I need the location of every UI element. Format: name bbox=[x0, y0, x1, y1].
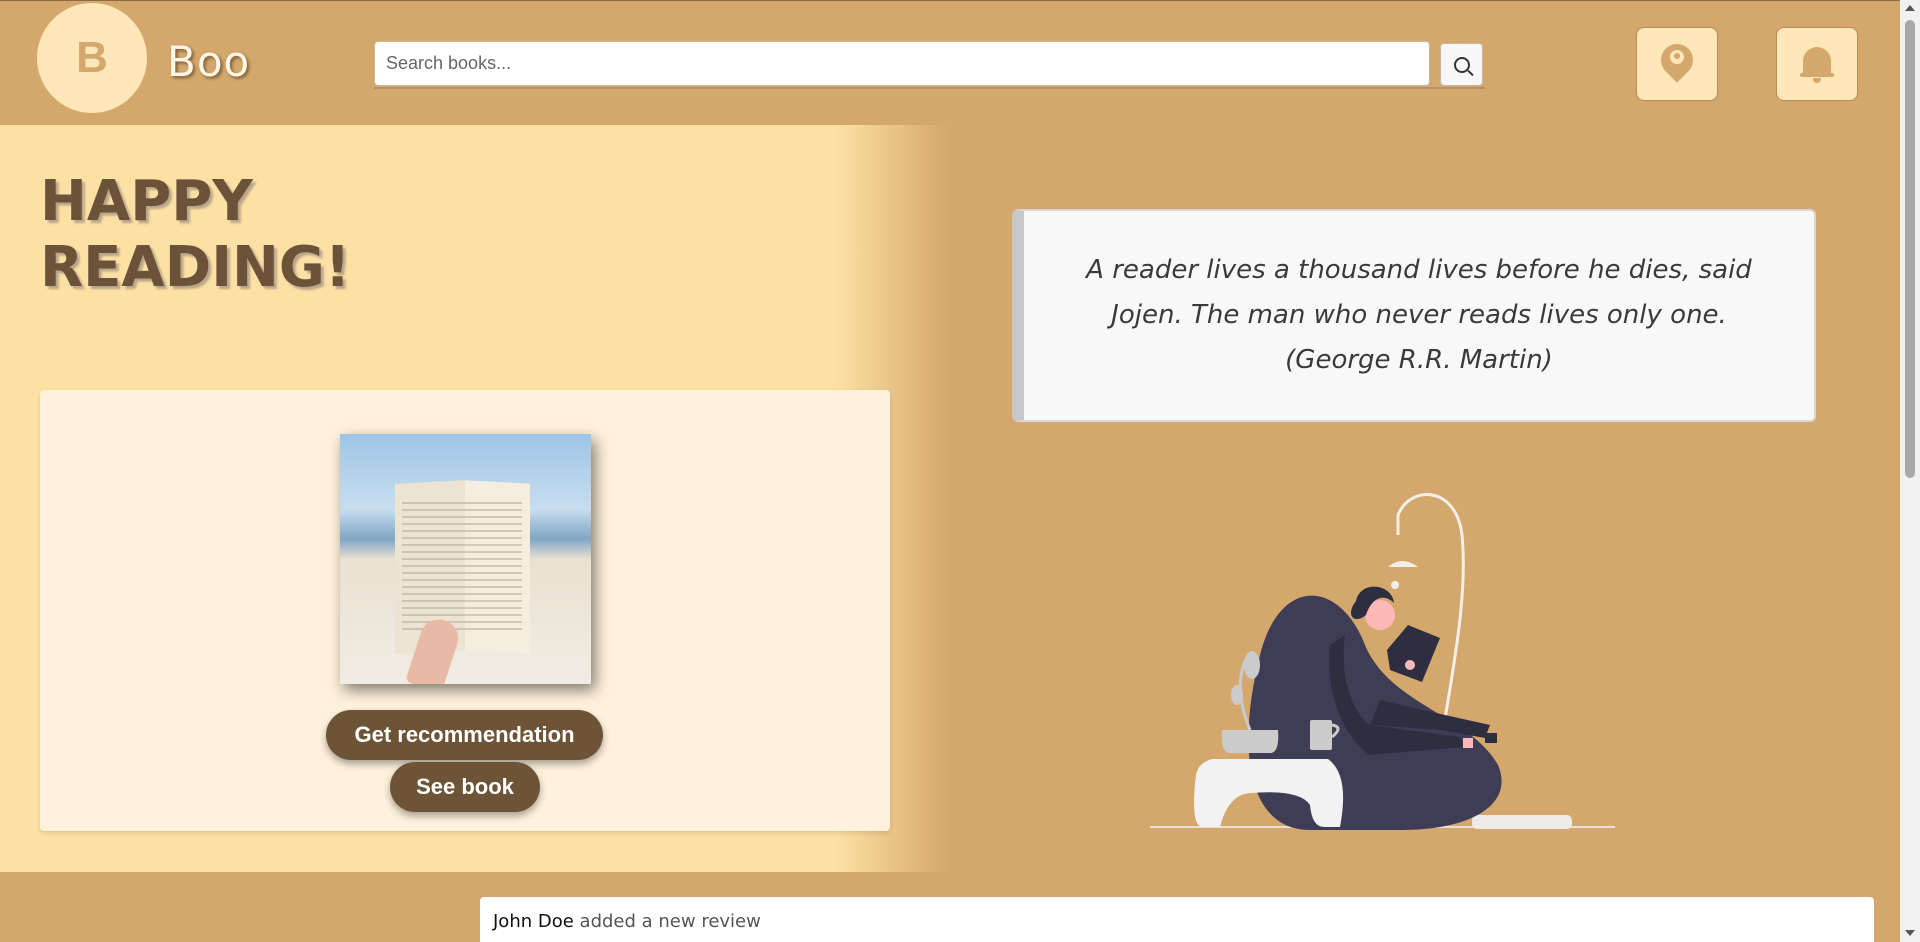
recommendation-card: Get recommendation See book bbox=[40, 390, 890, 831]
brand-name: Boo bbox=[167, 37, 251, 86]
get-recommendation-button[interactable]: Get recommendation bbox=[326, 710, 603, 760]
hero-title: HAPPY READING! bbox=[40, 169, 351, 300]
reading-illustration bbox=[1150, 493, 1615, 830]
feed-item-user[interactable]: John Doe bbox=[493, 911, 574, 932]
quote-box: A reader lives a thousand lives before h… bbox=[1012, 209, 1816, 422]
bell-icon bbox=[1800, 45, 1834, 83]
feed-item-action: added a new review bbox=[579, 911, 761, 932]
location-button[interactable] bbox=[1636, 27, 1718, 101]
scroll-down-icon[interactable] bbox=[1905, 930, 1915, 936]
search-bar bbox=[374, 41, 1485, 89]
logo[interactable]: B bbox=[37, 3, 147, 113]
search-icon bbox=[1453, 56, 1470, 73]
search-button[interactable] bbox=[1440, 43, 1483, 86]
search-input[interactable] bbox=[374, 41, 1430, 86]
page-scrollbar[interactable] bbox=[1900, 0, 1920, 942]
notifications-button[interactable] bbox=[1776, 27, 1858, 101]
app-header: B Boo bbox=[0, 0, 1900, 125]
recommended-book-image[interactable] bbox=[340, 434, 591, 684]
scrollbar-thumb[interactable] bbox=[1905, 20, 1915, 478]
feed-item[interactable]: John Doe added a new review bbox=[480, 897, 1874, 942]
quote-text: A reader lives a thousand lives before h… bbox=[1086, 255, 1752, 375]
scroll-up-icon[interactable] bbox=[1905, 5, 1915, 11]
map-pin-user-icon bbox=[1654, 37, 1700, 84]
see-book-button[interactable]: See book bbox=[390, 762, 540, 812]
hero-panel: HAPPY READING! Get recommendation See bo… bbox=[0, 125, 950, 872]
logo-letter: B bbox=[76, 33, 108, 82]
